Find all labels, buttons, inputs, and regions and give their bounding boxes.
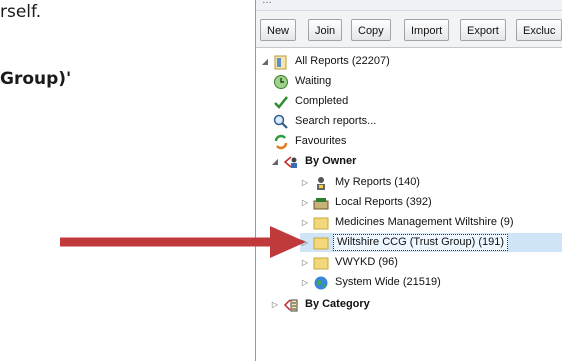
folder-icon: [313, 255, 329, 271]
tree-item-waiting[interactable]: Waiting: [270, 72, 333, 91]
clock-icon: [273, 74, 289, 90]
expand-icon[interactable]: ▷: [300, 253, 310, 272]
menu-ellipsis-icon[interactable]: …: [262, 0, 272, 6]
expand-icon[interactable]: ▷: [300, 213, 310, 232]
collapse-icon[interactable]: ◢: [260, 52, 270, 71]
tree-item-vwykd[interactable]: ▷ VWYKD (96): [300, 253, 400, 272]
tree-item-system-wide[interactable]: ▷ System Wide (21519): [300, 273, 443, 292]
tree-item-local-reports[interactable]: ▷ Local Reports (392): [300, 193, 434, 212]
tree-item-all-reports[interactable]: ◢ All Reports (22207): [260, 52, 392, 71]
folder-icon: [313, 215, 329, 231]
exclude-button[interactable]: Excluc: [516, 19, 562, 41]
expand-icon[interactable]: ▷: [270, 295, 280, 314]
new-button[interactable]: New: [260, 19, 297, 41]
copy-button[interactable]: Copy: [351, 19, 391, 41]
globe-icon: [313, 275, 329, 291]
expand-icon[interactable]: ▷: [300, 273, 310, 292]
tree-item-wiltshire-ccg[interactable]: ▷ Wiltshire CCG (Trust Group) (191): [300, 233, 562, 252]
export-button[interactable]: Export: [460, 19, 506, 41]
expand-icon[interactable]: ▷: [300, 173, 310, 192]
document-text-line-1: rself.: [0, 2, 42, 22]
user-icon: [313, 175, 329, 191]
reports-window: … New Join Copy Import Export Excluc ◢ A…: [255, 0, 562, 361]
document-text-line-2: Group)': [0, 69, 72, 89]
tree-item-my-reports[interactable]: ▷ My Reports (140): [300, 173, 422, 192]
tree-item-medicines-management-wiltshire[interactable]: ▷ Medicines Management Wiltshire (9): [300, 213, 516, 232]
check-icon: [273, 94, 289, 110]
tree-item-by-owner[interactable]: ◢ By Owner: [270, 152, 358, 171]
expand-icon[interactable]: ▷: [300, 233, 310, 252]
expand-icon[interactable]: ▷: [300, 193, 310, 212]
join-button[interactable]: Join: [308, 19, 343, 41]
owner-icon: [283, 154, 299, 170]
import-button[interactable]: Import: [404, 19, 450, 41]
local-folder-icon: [313, 195, 329, 211]
toolbar: New Join Copy Import Export Excluc: [256, 11, 562, 48]
tree-item-completed[interactable]: Completed: [270, 92, 350, 111]
menu-strip: …: [256, 0, 562, 11]
category-icon: [283, 297, 299, 313]
favourites-icon: [273, 134, 289, 150]
folder-icon: [313, 235, 329, 251]
collapse-icon[interactable]: ◢: [270, 152, 280, 171]
search-icon: [273, 114, 289, 130]
tree-item-favourites[interactable]: Favourites: [270, 132, 348, 151]
reports-folder-icon: [273, 54, 289, 70]
tree-item-search-reports[interactable]: Search reports...: [270, 112, 378, 131]
tree-item-by-category[interactable]: ▷ By Category: [270, 295, 372, 314]
